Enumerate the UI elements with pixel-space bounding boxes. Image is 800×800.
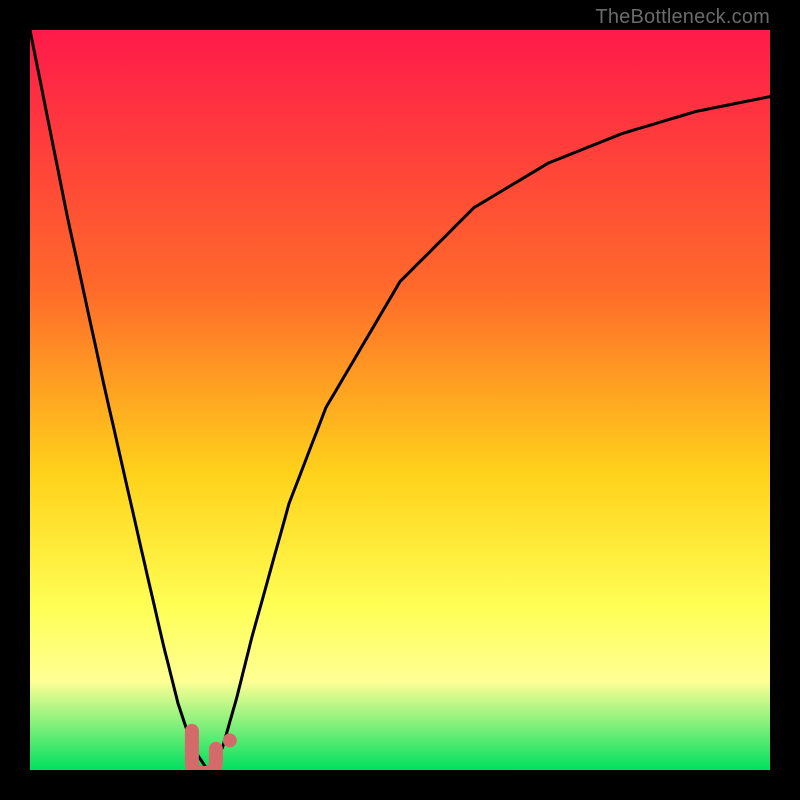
chart-frame: TheBottleneck.com [0,0,800,800]
plot-area [30,30,770,770]
gradient-background [30,30,770,770]
marker-dot [223,733,237,747]
watermark-text: TheBottleneck.com [595,6,770,29]
chart-svg [30,30,770,770]
